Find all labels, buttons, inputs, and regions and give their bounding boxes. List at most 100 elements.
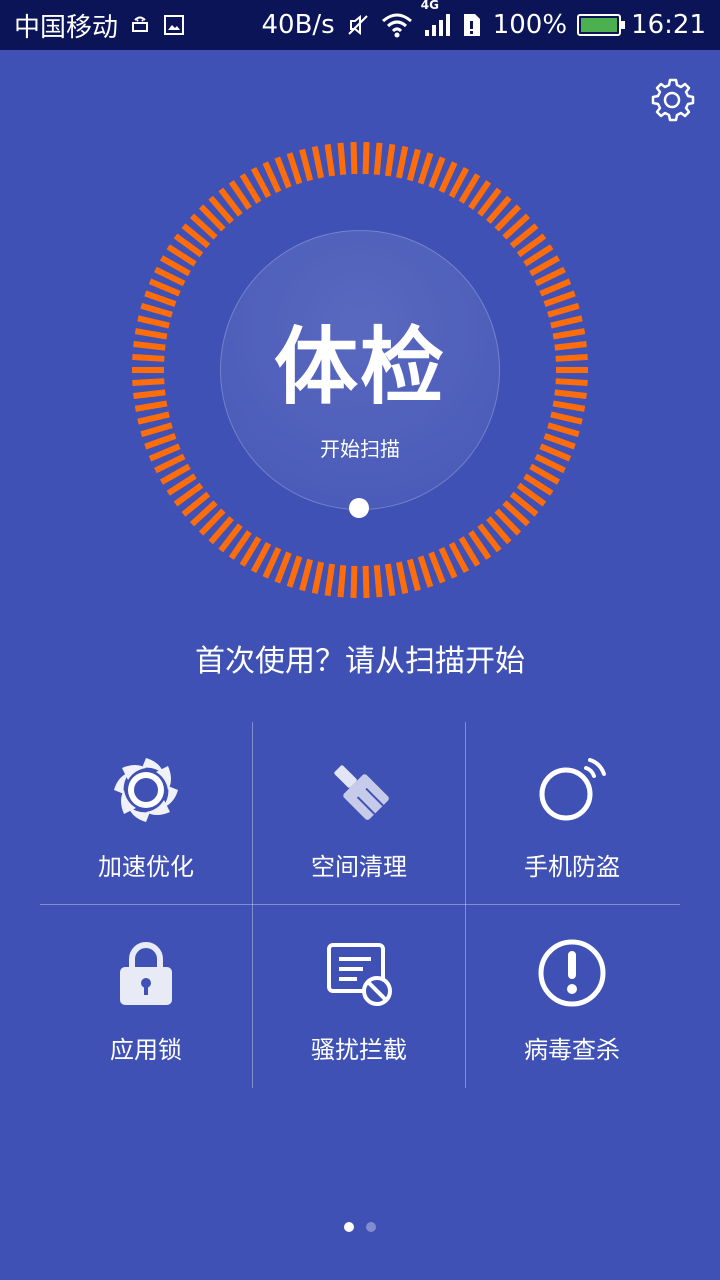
ring-tick bbox=[438, 547, 458, 579]
broom-icon bbox=[319, 750, 399, 830]
android-icon bbox=[128, 13, 152, 37]
ring-tick bbox=[286, 555, 303, 588]
ring-tick bbox=[132, 353, 165, 362]
gear-icon bbox=[651, 78, 695, 122]
battery-icon bbox=[577, 14, 626, 36]
ring-tick bbox=[148, 278, 181, 297]
ring-tick bbox=[438, 161, 458, 193]
feature-label: 空间清理 bbox=[311, 853, 407, 881]
image-icon bbox=[162, 13, 186, 37]
ring-tick bbox=[324, 563, 336, 597]
ring-tick bbox=[144, 433, 177, 450]
settings-button[interactable] bbox=[648, 76, 696, 124]
ring-tick bbox=[299, 558, 314, 592]
ring-tick bbox=[337, 142, 347, 175]
feature-label: 手机防盗 bbox=[524, 853, 620, 881]
status-bar: 中国移动 40B/s 4G 100% 16:21 bbox=[0, 0, 720, 50]
ring-tick bbox=[262, 161, 282, 193]
ring-tick bbox=[350, 565, 358, 598]
page-dot-active bbox=[344, 1222, 354, 1232]
ring-tick bbox=[406, 148, 421, 182]
feature-antitheft[interactable]: 手机防盗 bbox=[466, 722, 678, 904]
scan-button[interactable]: 体检 开始扫描 bbox=[220, 230, 500, 510]
ring-tick bbox=[137, 315, 170, 329]
ring-tick bbox=[428, 551, 446, 584]
ring-tick bbox=[362, 565, 370, 598]
ring-tick bbox=[547, 422, 580, 438]
ring-tick bbox=[274, 551, 292, 584]
feature-grid: 加速优化 空间清理 手机防盗 应用锁 骚扰拦截 病毒查杀 bbox=[40, 722, 680, 1088]
ring-tick bbox=[550, 411, 583, 425]
swirl-icon bbox=[106, 750, 186, 830]
feature-applock[interactable]: 应用锁 bbox=[40, 905, 252, 1087]
ring-tick bbox=[133, 341, 166, 351]
ring-tick bbox=[384, 143, 396, 177]
ring-tick bbox=[324, 143, 336, 177]
signal-ring-icon bbox=[532, 750, 612, 830]
feature-speedup[interactable]: 加速优化 bbox=[40, 722, 252, 904]
ring-tick bbox=[362, 142, 370, 175]
ring-tick bbox=[311, 561, 325, 595]
feature-blocker[interactable]: 骚扰拦截 bbox=[253, 905, 465, 1087]
ring-tick bbox=[137, 411, 170, 425]
ring-tick bbox=[417, 555, 434, 588]
ring-tick bbox=[428, 156, 446, 189]
feature-label: 病毒查杀 bbox=[524, 1036, 620, 1064]
ring-tick bbox=[550, 315, 583, 329]
ring-tick bbox=[148, 443, 181, 462]
page-dot bbox=[366, 1222, 376, 1232]
ring-tick bbox=[395, 145, 409, 179]
ring-tick bbox=[286, 152, 303, 185]
ring-tick bbox=[140, 302, 173, 318]
network-speed: 40B/s bbox=[261, 10, 335, 40]
ring-tick bbox=[552, 328, 586, 340]
ring-tick bbox=[395, 561, 409, 595]
sim-icon bbox=[461, 12, 483, 38]
battery-level-fill bbox=[581, 18, 618, 32]
exclamation-icon bbox=[532, 933, 612, 1013]
feature-label: 加速优化 bbox=[98, 853, 194, 881]
ring-tick bbox=[543, 433, 576, 450]
ring-tick bbox=[144, 290, 177, 307]
padlock-icon bbox=[106, 933, 186, 1013]
wifi-icon bbox=[381, 12, 413, 38]
ring-tick bbox=[417, 152, 434, 185]
ring-tick bbox=[132, 378, 165, 387]
mute-icon bbox=[345, 12, 371, 38]
ring-tick bbox=[555, 378, 588, 387]
scan-title: 体检 bbox=[273, 318, 446, 416]
ring-tick bbox=[133, 389, 166, 399]
feature-clean[interactable]: 空间清理 bbox=[253, 722, 465, 904]
ring-tick bbox=[554, 341, 587, 351]
network-type: 4G bbox=[420, 0, 439, 12]
feature-label: 骚扰拦截 bbox=[311, 1036, 407, 1064]
scan-indicator-dot bbox=[349, 498, 369, 518]
ring-tick bbox=[555, 353, 588, 362]
carrier-label: 中国移动 bbox=[14, 12, 119, 43]
ring-tick bbox=[140, 422, 173, 438]
ring-tick bbox=[274, 156, 292, 189]
feature-label: 应用锁 bbox=[110, 1036, 182, 1064]
ring-tick bbox=[552, 400, 586, 412]
ring-tick bbox=[554, 389, 587, 399]
ring-tick bbox=[547, 302, 580, 318]
ring-tick bbox=[350, 142, 358, 175]
hint-text: 首次使用？请从扫描开始 bbox=[195, 644, 525, 679]
ring-tick bbox=[539, 443, 572, 462]
ring-tick bbox=[406, 558, 421, 592]
ring-tick bbox=[373, 565, 383, 598]
scan-subtitle: 开始扫描 bbox=[320, 437, 400, 461]
battery-percent: 100% bbox=[492, 10, 568, 40]
blocked-message-icon bbox=[319, 933, 399, 1013]
ring-tick bbox=[134, 328, 168, 340]
ring-tick bbox=[384, 563, 396, 597]
feature-antivirus[interactable]: 病毒查杀 bbox=[466, 905, 678, 1087]
ring-tick bbox=[311, 145, 325, 179]
ring-tick bbox=[373, 142, 383, 175]
signal-icon: 4G bbox=[421, 0, 451, 38]
clock: 16:21 bbox=[631, 10, 706, 40]
ring-tick bbox=[134, 400, 168, 412]
ring-tick bbox=[543, 290, 576, 307]
ring-tick bbox=[337, 565, 347, 598]
ring-tick bbox=[299, 148, 314, 182]
